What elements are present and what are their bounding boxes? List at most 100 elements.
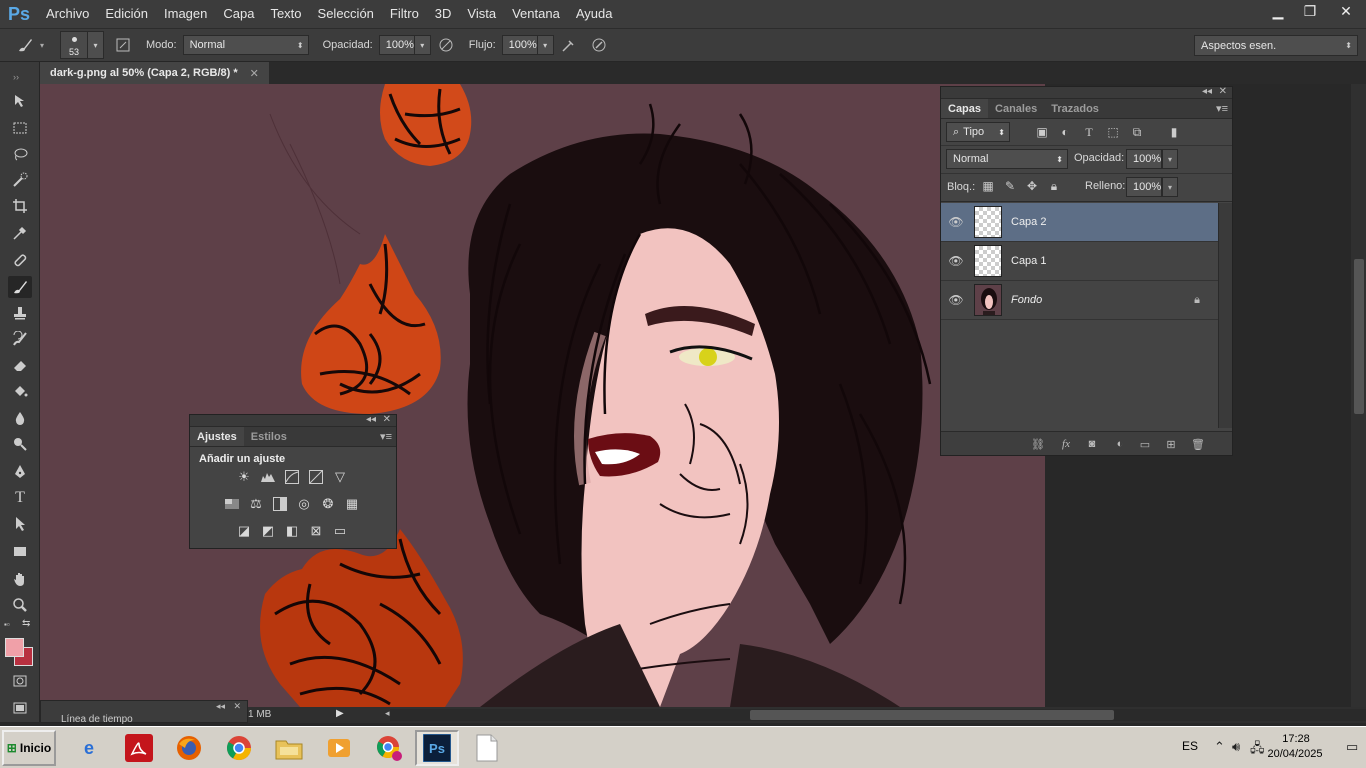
file-explorer-icon[interactable]	[267, 730, 311, 766]
curves-icon[interactable]	[280, 465, 304, 489]
fill-input[interactable]: 100%	[1126, 177, 1162, 197]
airbrush-icon[interactable]	[558, 34, 580, 56]
quick-mask-icon[interactable]	[8, 670, 32, 692]
document-canvas[interactable]	[40, 84, 1045, 707]
hand-tool-icon[interactable]	[8, 568, 32, 590]
eyedropper-tool-icon[interactable]	[8, 222, 32, 244]
posterize-icon[interactable]: ◩	[256, 519, 280, 543]
crop-tool-icon[interactable]	[8, 195, 32, 217]
filter-pixel-icon[interactable]: ▣	[1033, 123, 1051, 141]
brush-tool-icon[interactable]	[8, 276, 32, 298]
color-lookup-icon[interactable]: ▦	[340, 492, 364, 516]
add-mask-icon[interactable]: ◙	[1083, 436, 1101, 452]
pressure-size-icon[interactable]	[588, 34, 610, 56]
menu-edicion[interactable]: Edición	[97, 0, 156, 28]
timeline-title[interactable]: Línea de tiempo	[61, 714, 133, 725]
levels-icon[interactable]	[256, 465, 280, 489]
layer-opacity-input[interactable]: 100%	[1126, 149, 1162, 169]
tab-capas[interactable]: Capas	[941, 99, 989, 118]
menu-3d[interactable]: 3D	[427, 0, 460, 28]
default-colors-icon[interactable]: ▪▫	[4, 620, 10, 629]
threshold-icon[interactable]: ◧	[280, 519, 304, 543]
menu-ventana[interactable]: Ventana	[504, 0, 568, 28]
layer-row[interactable]: 👁︎ Fondo 🔒︎	[941, 281, 1218, 320]
layer-opacity-dropdown[interactable]: ▾	[1162, 149, 1178, 169]
delete-layer-icon[interactable]: 🗑︎	[1189, 436, 1207, 452]
horizontal-scroll-thumb[interactable]	[750, 710, 1114, 720]
menu-imagen[interactable]: Imagen	[156, 0, 215, 28]
close-icon[interactable]: ✕	[383, 414, 391, 425]
collapse-icon[interactable]: ◂◂	[216, 701, 225, 712]
history-brush-tool-icon[interactable]	[8, 328, 32, 350]
layer-name[interactable]: Capa 2	[1011, 216, 1046, 228]
vibrance-icon[interactable]: ▽	[328, 465, 352, 489]
clock-date[interactable]: 20/04/2025	[1260, 748, 1330, 760]
brush-size-dropdown[interactable]: ▾	[88, 31, 105, 59]
close-icon[interactable]: ✕	[1326, 0, 1366, 22]
filter-smart-object-icon[interactable]: ⧉	[1128, 123, 1146, 141]
layer-row[interactable]: 👁︎ Capa 1	[941, 242, 1218, 281]
opacity-dropdown[interactable]: ▾	[414, 35, 431, 55]
swap-colors-icon[interactable]: ⇆	[22, 618, 30, 629]
color-balance-icon[interactable]: ⚖	[244, 492, 268, 516]
menu-ayuda[interactable]: Ayuda	[568, 0, 621, 28]
collapse-icon[interactable]: ◂◂	[366, 414, 376, 425]
pen-tool-icon[interactable]	[8, 461, 32, 483]
new-group-icon[interactable]: ▭	[1136, 436, 1154, 452]
chevron-down-icon[interactable]: ▾	[40, 41, 44, 50]
document-tab[interactable]: dark-g.png al 50% (Capa 2, RGB/8) * ✕	[40, 62, 269, 84]
lock-image-icon[interactable]: ✎	[1001, 177, 1019, 195]
marquee-tool-icon[interactable]	[8, 117, 32, 139]
hue-saturation-icon[interactable]	[220, 492, 244, 516]
acrobat-reader-icon[interactable]	[117, 730, 161, 766]
menu-seleccion[interactable]: Selección	[310, 0, 382, 28]
menu-filtro[interactable]: Filtro	[382, 0, 427, 28]
vertical-scrollbar[interactable]	[1351, 84, 1366, 707]
start-button[interactable]: ⊞ Inicio	[2, 730, 56, 766]
close-tab-icon[interactable]: ✕	[250, 67, 259, 80]
photoshop-taskbar-icon[interactable]: Ps	[415, 730, 459, 766]
brightness-contrast-icon[interactable]: ☀	[232, 465, 256, 489]
blank-document-icon[interactable]	[465, 730, 509, 766]
layer-filter-select[interactable]: ⌕ Tipo ⬍	[946, 122, 1010, 142]
filter-adjustment-icon[interactable]: ◐	[1056, 123, 1074, 141]
show-hidden-icons-icon[interactable]: ⌃	[1214, 739, 1225, 755]
layer-style-fx-icon[interactable]: fx	[1057, 436, 1075, 452]
lock-position-icon[interactable]: ✥	[1023, 177, 1041, 195]
lasso-tool-icon[interactable]	[8, 143, 32, 165]
zoom-tool-icon[interactable]	[8, 594, 32, 616]
mode-select[interactable]: Normal ⬍	[182, 35, 309, 55]
path-selection-tool-icon[interactable]	[8, 513, 32, 535]
fill-dropdown[interactable]: ▾	[1162, 177, 1178, 197]
photo-filter-icon[interactable]: ◎	[292, 492, 316, 516]
move-tool-icon[interactable]	[8, 90, 32, 112]
invert-icon[interactable]: ◪	[232, 519, 256, 543]
menu-archivo[interactable]: Archivo	[38, 0, 97, 28]
layer-name[interactable]: Fondo	[1011, 294, 1042, 306]
filter-shape-icon[interactable]: ⬚	[1104, 123, 1122, 141]
gradient-map-icon[interactable]: ▭	[328, 519, 352, 543]
flow-dropdown[interactable]: ▾	[537, 35, 554, 55]
healing-brush-tool-icon[interactable]	[8, 249, 32, 271]
layer-name[interactable]: Capa 1	[1011, 255, 1046, 267]
tab-ajustes[interactable]: Ajustes	[190, 427, 244, 446]
media-player-icon[interactable]	[317, 730, 361, 766]
eraser-tool-icon[interactable]	[8, 354, 32, 376]
channel-mixer-icon[interactable]: ❂	[316, 492, 340, 516]
visibility-eye-icon[interactable]: 👁︎	[941, 215, 971, 229]
link-layers-icon[interactable]: ⛓	[1029, 436, 1047, 452]
foreground-color-swatch[interactable]	[5, 638, 24, 657]
selective-color-icon[interactable]: ⊠	[304, 519, 328, 543]
menu-texto[interactable]: Texto	[262, 0, 309, 28]
flow-input[interactable]: 100%	[501, 35, 538, 55]
exposure-icon[interactable]	[304, 465, 328, 489]
brush-tool-preset-icon[interactable]	[14, 34, 36, 56]
clock-time[interactable]: 17:28	[1266, 733, 1326, 745]
blend-mode-select[interactable]: Normal ⬍	[946, 149, 1068, 169]
layer-row[interactable]: 👁︎ Capa 2	[941, 203, 1218, 242]
filter-toggle-icon[interactable]: ▮	[1165, 123, 1183, 141]
paint-bucket-tool-icon[interactable]	[8, 380, 32, 402]
clone-stamp-tool-icon[interactable]	[8, 302, 32, 324]
panel-menu-icon[interactable]: ▾≡	[380, 430, 392, 443]
workspace-select[interactable]: Aspectos esen. ⬍	[1194, 35, 1358, 56]
